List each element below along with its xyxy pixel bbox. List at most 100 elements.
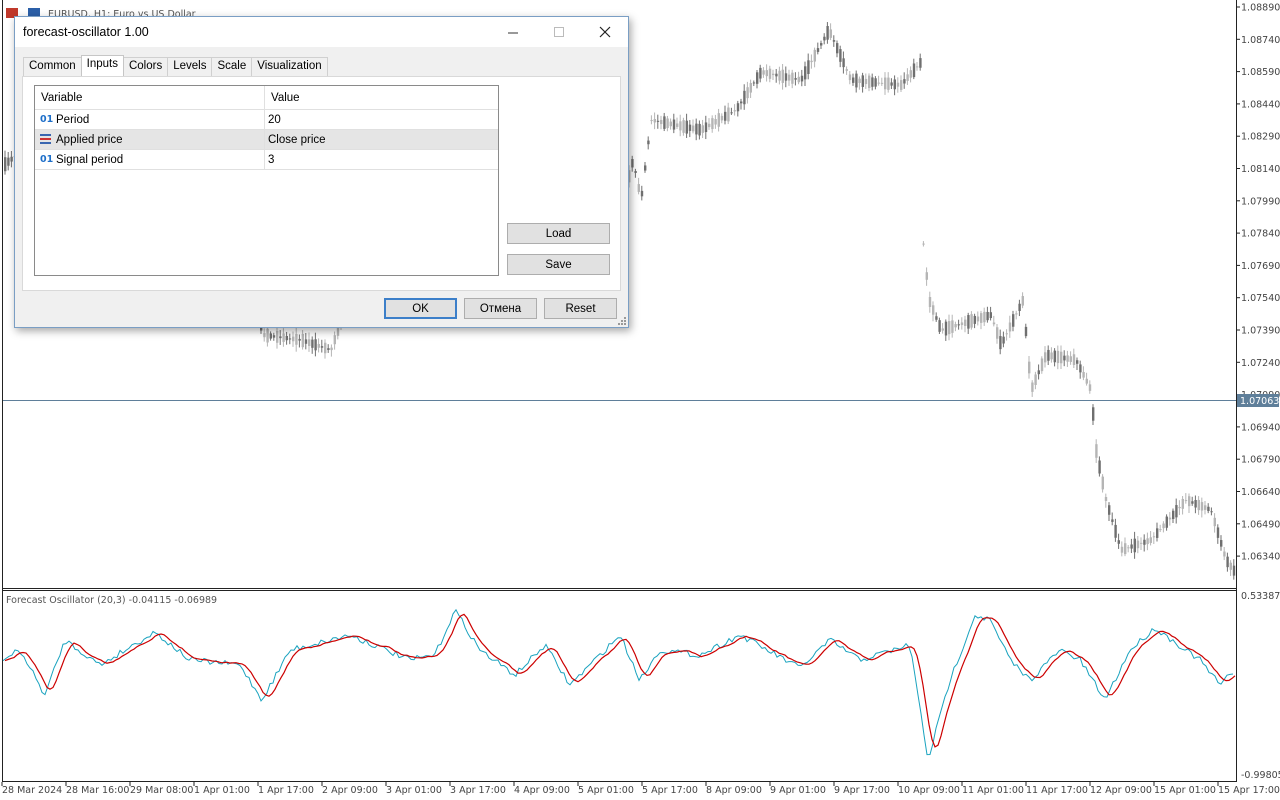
candle-body <box>1127 547 1130 549</box>
tab-levels[interactable]: Levels <box>167 57 213 76</box>
param-name-cell: 01 Period <box>35 110 265 129</box>
tab-common[interactable]: Common <box>23 57 82 76</box>
candle-body <box>848 74 852 81</box>
time-tick-label: 3 Apr 17:00 <box>450 785 506 796</box>
candle-body <box>973 315 976 324</box>
candle-body <box>823 36 826 41</box>
price-tick-label: 1.06340 <box>1241 552 1280 563</box>
indicator-axis-top: 0.53387 <box>1241 591 1280 602</box>
candle-body <box>864 78 868 85</box>
candle-body <box>1159 529 1162 531</box>
candle-body <box>781 69 784 83</box>
minimize-button[interactable] <box>490 17 536 47</box>
candle-body <box>820 43 823 46</box>
minimize-icon <box>507 32 518 33</box>
candle-body <box>653 118 656 123</box>
candle-body <box>855 73 858 88</box>
param-value[interactable]: 20 <box>265 110 498 129</box>
dialog-titlebar[interactable]: forecast-oscillator 1.00 <box>15 17 628 47</box>
ok-button[interactable]: OK <box>384 298 457 319</box>
param-name-cell: Applied price <box>35 130 265 149</box>
time-tick-label: 2 Apr 09:00 <box>322 785 378 796</box>
candle-body <box>938 320 941 332</box>
candle-body <box>1204 505 1207 510</box>
price-tick-label: 1.08440 <box>1241 99 1280 110</box>
candle-body <box>951 320 954 333</box>
table-row[interactable]: 01 Signal period 3 <box>35 150 498 170</box>
candle-body <box>263 333 266 338</box>
candle-body <box>1130 544 1133 549</box>
candle-body <box>327 348 330 350</box>
candle-body <box>1178 506 1181 509</box>
candle-body <box>916 66 919 68</box>
candle-body <box>1069 356 1072 362</box>
inputs-panel: Variable Value 01 Period 20 Applied pric… <box>22 76 621 291</box>
reset-button[interactable]: Reset <box>544 298 617 319</box>
time-tick-label: 28 Mar 2024 <box>2 785 62 796</box>
candle-body <box>704 122 708 133</box>
maximize-button[interactable] <box>536 17 582 47</box>
candle-body <box>272 335 276 338</box>
candle-body <box>666 118 669 129</box>
candle-body <box>650 120 653 122</box>
candle-body <box>1008 322 1012 332</box>
candle-body <box>871 77 874 87</box>
candle-body <box>669 121 672 127</box>
candle-body <box>999 336 1002 350</box>
candle-body <box>775 73 778 77</box>
candle-body <box>868 75 871 88</box>
candle-body <box>1076 360 1079 364</box>
candle-body <box>1210 511 1213 513</box>
candle-body <box>1220 540 1223 547</box>
time-tick-label: 3 Apr 01:00 <box>386 785 442 796</box>
candle-body <box>912 63 916 78</box>
param-name: Period <box>56 113 90 126</box>
time-tick-label: 5 Apr 17:00 <box>642 785 698 796</box>
candle-body <box>1034 374 1037 385</box>
candle-body <box>903 79 906 84</box>
candle-body <box>1021 296 1024 306</box>
table-row[interactable]: Applied price Close price <box>35 130 498 150</box>
tab-visualization[interactable]: Visualization <box>251 57 328 76</box>
candle-body <box>1040 358 1044 372</box>
price-tick-label: 1.07690 <box>1241 261 1280 272</box>
candle-body <box>1101 476 1104 490</box>
candle-body <box>1050 352 1053 360</box>
cancel-button[interactable]: Отмена <box>464 298 537 319</box>
time-tick-label: 10 Apr 09:00 <box>898 785 960 796</box>
time-tick-label: 29 Mar 08:00 <box>130 785 193 796</box>
candle-body <box>980 313 983 323</box>
candle-body <box>295 333 298 345</box>
param-value[interactable]: Close price <box>265 130 498 149</box>
column-header-value[interactable]: Value <box>265 86 498 109</box>
int-param-icon: 01 <box>40 114 54 125</box>
candle-body <box>317 343 320 348</box>
candle-body <box>1188 496 1191 507</box>
price-tick-label: 1.08290 <box>1241 132 1280 143</box>
candle-body <box>810 60 813 63</box>
tab-inputs[interactable]: Inputs <box>80 55 124 76</box>
candle-body <box>832 40 836 42</box>
candle-body <box>1181 498 1184 509</box>
candle-body <box>874 78 877 87</box>
load-button[interactable]: Load <box>507 223 610 244</box>
candle-body <box>682 120 685 133</box>
candle-body <box>679 121 682 131</box>
candle-body <box>746 87 749 99</box>
candle-body <box>720 115 724 121</box>
save-button[interactable]: Save <box>507 254 610 275</box>
candle-body <box>948 321 951 335</box>
candle-body <box>685 120 688 134</box>
candle-body <box>749 83 752 93</box>
tab-colors[interactable]: Colors <box>122 57 169 76</box>
candle-body <box>852 77 855 83</box>
resize-grip-icon[interactable] <box>617 316 627 326</box>
tab-scale[interactable]: Scale <box>211 57 253 76</box>
table-row[interactable]: 01 Period 20 <box>35 110 498 130</box>
column-header-variable[interactable]: Variable <box>35 86 265 109</box>
candle-body <box>896 82 900 87</box>
param-value[interactable]: 3 <box>265 150 498 169</box>
close-button[interactable] <box>582 17 628 47</box>
candle-body <box>794 78 797 80</box>
candle-body <box>954 324 957 328</box>
